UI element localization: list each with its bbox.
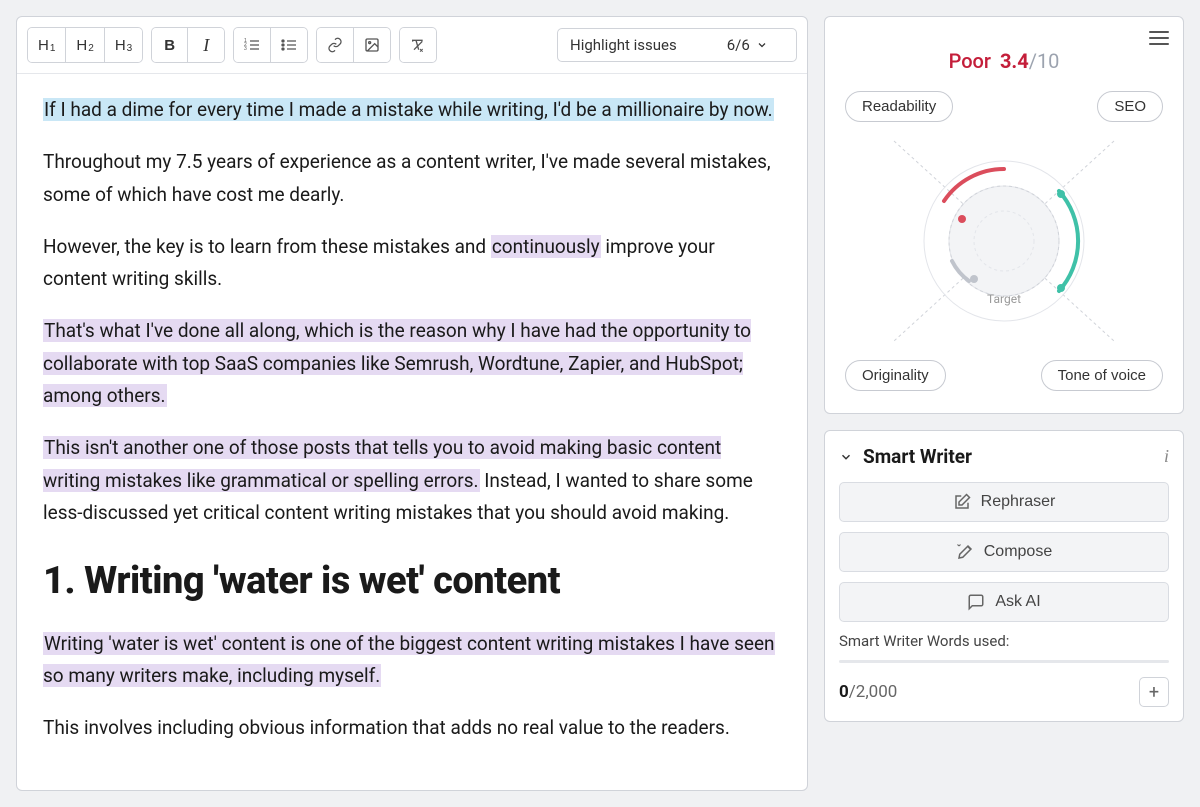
- originality-button[interactable]: Originality: [845, 360, 946, 391]
- ask-ai-button[interactable]: Ask AI: [839, 582, 1169, 622]
- editor-body[interactable]: If I had a dime for every time I made a …: [17, 74, 807, 790]
- heading: 1. Writing 'water is wet' content: [43, 549, 781, 614]
- paragraph: This isn't another one of those posts th…: [43, 432, 781, 529]
- highlight-label: Highlight issues: [570, 36, 677, 54]
- highlight-purple: That's what I've done all along, which i…: [43, 319, 751, 407]
- italic-button[interactable]: I: [188, 28, 224, 62]
- usage-footer: 0/2,000 +: [839, 677, 1169, 707]
- clear-formatting-button[interactable]: [400, 28, 436, 62]
- heading-group: H1 H2 H3: [27, 27, 143, 63]
- paragraph: That's what I've done all along, which i…: [43, 315, 781, 412]
- highlight-blue: If I had a dime for every time I made a …: [43, 98, 774, 121]
- score-max: /10: [1029, 49, 1060, 73]
- ordered-list-button[interactable]: 123: [234, 28, 271, 62]
- chevron-down-icon: [839, 450, 853, 464]
- compose-icon: [956, 543, 974, 561]
- unordered-list-button[interactable]: [271, 28, 307, 62]
- rephraser-button[interactable]: Rephraser: [839, 482, 1169, 522]
- score-display: Poor 3.4/10: [839, 49, 1169, 73]
- smart-writer-card: Smart Writer i Rephraser Compose Ask AI …: [824, 430, 1184, 722]
- readability-button[interactable]: Readability: [845, 91, 953, 122]
- h3-button[interactable]: H3: [105, 28, 142, 62]
- side-panel: Poor 3.4/10 Readability SEO Originality …: [824, 16, 1184, 791]
- smart-writer-title: Smart Writer: [863, 445, 1154, 468]
- paragraph: However, the key is to learn from these …: [43, 231, 781, 296]
- clear-group: [399, 27, 437, 63]
- h2-button[interactable]: H2: [66, 28, 104, 62]
- h1-button[interactable]: H1: [28, 28, 66, 62]
- info-icon[interactable]: i: [1164, 446, 1169, 467]
- target-label: Target: [987, 292, 1021, 306]
- clear-format-icon: [410, 37, 426, 53]
- usage-count: 0/2,000: [839, 682, 897, 702]
- ordered-list-icon: 123: [244, 37, 260, 53]
- image-icon: [364, 37, 380, 53]
- radar-chart: Readability SEO Originality Tone of voic…: [839, 91, 1169, 391]
- editor-panel: H1 H2 H3 B I 123: [16, 16, 808, 791]
- score-label: Poor: [949, 49, 991, 73]
- usage-progress: [839, 660, 1169, 663]
- usage-label: Smart Writer Words used:: [839, 632, 1169, 650]
- paragraph: If I had a dime for every time I made a …: [43, 94, 781, 126]
- metrics-card: Poor 3.4/10 Readability SEO Originality …: [824, 16, 1184, 414]
- radar-svg: [874, 121, 1134, 361]
- format-group: B I: [151, 27, 225, 63]
- add-words-button[interactable]: +: [1139, 677, 1169, 707]
- score-value: 3.4: [1000, 49, 1029, 73]
- highlight-purple: Writing 'water is wet' content is one of…: [43, 632, 775, 687]
- highlight-counter: 6/6: [727, 36, 768, 54]
- menu-button[interactable]: [1149, 31, 1169, 45]
- bold-button[interactable]: B: [152, 28, 188, 62]
- smart-writer-header[interactable]: Smart Writer i: [839, 445, 1169, 468]
- tone-button[interactable]: Tone of voice: [1041, 360, 1163, 391]
- seo-button[interactable]: SEO: [1097, 91, 1163, 122]
- paragraph: Writing 'water is wet' content is one of…: [43, 628, 781, 693]
- app-root: H1 H2 H3 B I 123: [16, 16, 1184, 791]
- link-icon: [327, 37, 343, 53]
- highlight-purple: continuously: [491, 235, 601, 258]
- chat-icon: [967, 593, 985, 611]
- image-button[interactable]: [354, 28, 390, 62]
- hamburger-icon: [1149, 31, 1169, 33]
- unordered-list-icon: [281, 37, 297, 53]
- chevron-down-icon: [756, 39, 768, 51]
- list-group: 123: [233, 27, 308, 63]
- editor-toolbar: H1 H2 H3 B I 123: [17, 17, 807, 74]
- compose-button[interactable]: Compose: [839, 532, 1169, 572]
- rephraser-icon: [953, 493, 971, 511]
- paragraph: Throughout my 7.5 years of experience as…: [43, 146, 781, 211]
- link-button[interactable]: [317, 28, 354, 62]
- insert-group: [316, 27, 391, 63]
- svg-text:3: 3: [244, 46, 247, 52]
- paragraph: This involves including obvious informat…: [43, 712, 781, 744]
- highlight-issues-select[interactable]: Highlight issues 6/6: [557, 28, 797, 62]
